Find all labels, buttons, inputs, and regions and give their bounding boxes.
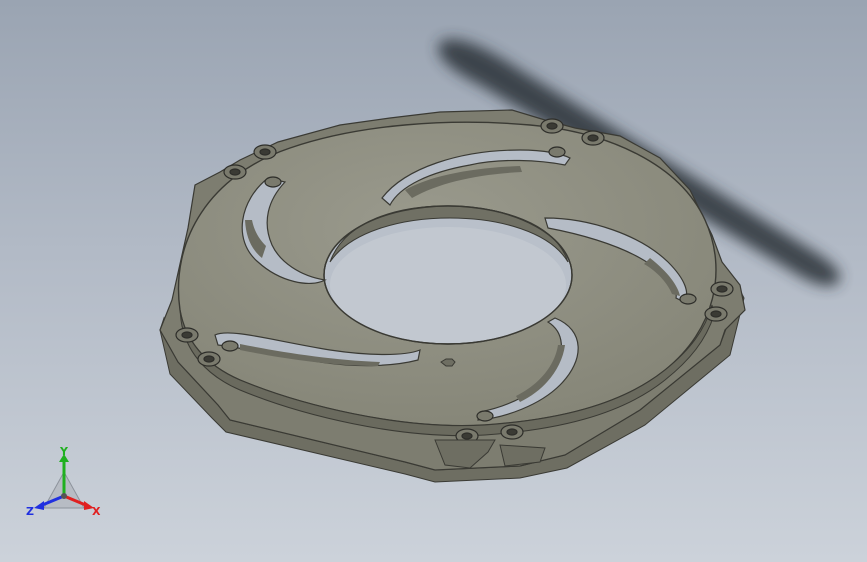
bolt[interactable] <box>710 281 734 297</box>
bolt[interactable] <box>175 327 199 343</box>
bolt[interactable] <box>500 424 524 440</box>
center-bore[interactable] <box>323 205 573 345</box>
slot-screw[interactable] <box>476 410 494 422</box>
slot-screw[interactable] <box>679 293 697 305</box>
bolt[interactable] <box>704 306 728 322</box>
plate-assembly[interactable] <box>159 109 746 483</box>
bolt[interactable] <box>540 118 564 134</box>
model-3d-view[interactable] <box>0 0 867 562</box>
bolt[interactable] <box>197 351 221 367</box>
slot-screw[interactable] <box>548 146 566 158</box>
bolt[interactable] <box>223 164 247 180</box>
bolt[interactable] <box>581 130 605 146</box>
z-axis-label: Z <box>26 505 34 518</box>
slot-screw[interactable] <box>221 340 239 352</box>
y-axis-label: Y <box>60 445 68 458</box>
bolt[interactable] <box>253 144 277 160</box>
cad-graphics-viewport[interactable]: Y X Z <box>0 0 867 562</box>
slot-screw[interactable] <box>264 176 282 188</box>
x-axis-label: X <box>92 505 101 518</box>
orientation-triad[interactable]: Y X Z <box>24 446 104 526</box>
